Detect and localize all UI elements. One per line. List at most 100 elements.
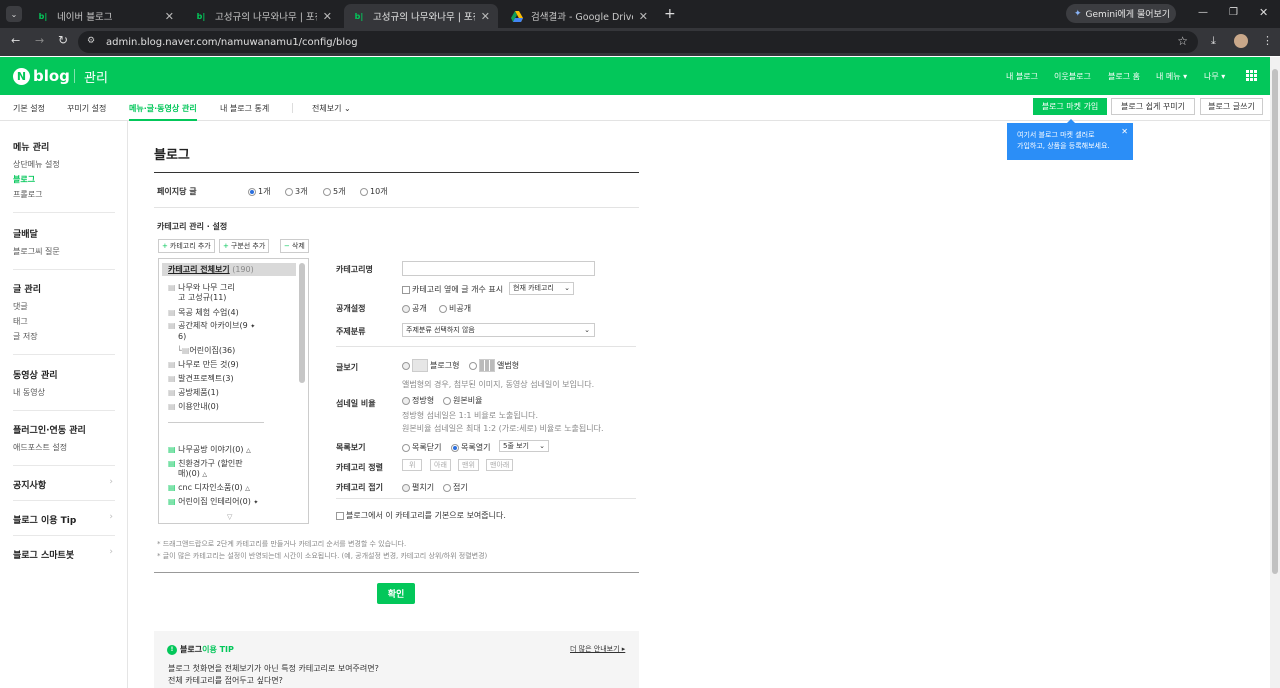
sidebar-item-comments[interactable]: 댓글 [13, 301, 127, 312]
chevron-down-icon[interactable]: ▽ [227, 513, 232, 521]
header-link-neighbor[interactable]: 이웃블로그 [1054, 71, 1091, 82]
sort-up-button[interactable]: 위 [402, 459, 423, 471]
header-link-user[interactable]: 나무 ▾ [1204, 71, 1225, 82]
sidebar-item-blogc-question[interactable]: 블로그씨 질문 [13, 246, 127, 257]
open-private-radio[interactable]: 비공개 [439, 303, 471, 314]
sidebar-item-adpost[interactable]: 애드포스트 설정 [13, 442, 127, 453]
list-rows-select[interactable]: 5줄 보기 ⌄ [499, 440, 549, 452]
apps-grid-icon[interactable] [1246, 70, 1257, 81]
tip-logo: ! 블로그 이용 TIP [167, 644, 234, 655]
header-link-my-blog[interactable]: 내 블로그 [1006, 71, 1038, 82]
delete-category-button[interactable]: − 삭제 [280, 239, 309, 253]
gemini-button[interactable]: ✦ Gemini에게 물어보기 [1066, 4, 1176, 23]
add-divider-button[interactable]: + 구분선 추가 [219, 239, 270, 253]
tip-item[interactable]: 블로그 첫화면을 전체보기가 아닌 특정 카테고리로 보여주려면? [168, 663, 379, 674]
reload-icon[interactable]: ↻ [58, 33, 68, 47]
profile-avatar[interactable] [1234, 34, 1248, 48]
category-tree[interactable]: 카테고리 전체보기 (190) ▤ 나무와 나무 그리 고 고성규(11) ▤ 목… [158, 258, 309, 524]
forward-icon[interactable]: → [35, 34, 44, 47]
browser-tab[interactable]: b| 네이버 블로그 ✕ [28, 4, 182, 28]
sidebar-item-top-menu[interactable]: 상단메뉴 설정 [13, 159, 127, 170]
per-page-option-5[interactable]: 5개 [323, 186, 345, 197]
tree-item[interactable]: ▤ 어린이집 인테리어(0) ✦ [168, 496, 258, 507]
tree-item[interactable]: ▤ 공방제품(1) [168, 387, 219, 398]
tree-scrollbar[interactable] [299, 263, 305, 383]
topic-select[interactable]: 주제분류 선택하지 않음 ⌄ [402, 323, 595, 337]
sidebar-item-tags[interactable]: 태그 [13, 316, 127, 327]
easy-decorate-button[interactable]: 블로그 쉽게 꾸미기 [1111, 98, 1195, 115]
tip-item[interactable]: 전체 카테고리를 접어두고 싶다면? [168, 675, 283, 686]
sidebar-item-smartbot[interactable]: 블로그 스마트봇 › [0, 547, 127, 561]
browser-tab-active[interactable]: b| 고성규의 나무와나무 | 포천 목 ✕ [344, 4, 498, 28]
confirm-button[interactable]: 확인 [377, 583, 415, 604]
bookmark-star-icon[interactable]: ☆ [1177, 34, 1188, 48]
address-bar[interactable]: ⚙ admin.blog.naver.com/namuwanamu1/confi… [78, 31, 1198, 53]
per-page-option-10[interactable]: 10개 [360, 186, 388, 197]
tree-item[interactable]: ▤ 이용안내(0) [168, 401, 219, 412]
fold-expand-radio[interactable]: 펼치기 [402, 482, 434, 493]
tree-item[interactable]: ▤ 목공 체험 수업(4) [168, 307, 239, 318]
view-blog-radio[interactable]: 블로그형 [402, 359, 459, 372]
show-count-checkbox[interactable]: 카테고리 옆에 글 개수 표시 [402, 284, 503, 295]
list-close-radio[interactable]: 목록닫기 [402, 442, 441, 453]
close-tab-icon[interactable]: ✕ [165, 10, 174, 23]
tab-view-all[interactable]: 전체보기 ⌄ [312, 103, 351, 114]
tree-item[interactable]: ▤ 나무로 만든 것(9) [168, 359, 239, 370]
tree-item[interactable]: ▤ 친환경가구 (할인판 매)(0) △ [168, 459, 243, 480]
sidebar-item-blog[interactable]: 블로그 [13, 174, 127, 185]
tree-item[interactable]: ▤ cnc 디자인소품(0) △ [168, 482, 250, 493]
tree-item[interactable]: ▤ 나무공방 이야기(0) △ [168, 444, 251, 455]
tree-root[interactable]: 카테고리 전체보기 (190) [162, 263, 296, 276]
browser-menu-icon[interactable]: ⋮ [1262, 34, 1273, 47]
download-icon[interactable]: ⤓ [1211, 34, 1216, 48]
back-icon[interactable]: ← [11, 34, 20, 47]
sidebar-item-blog-tip[interactable]: 블로그 이용 Tip › [0, 512, 127, 526]
naver-blog-logo[interactable]: N blog [13, 67, 70, 85]
tree-item[interactable]: ▤ 나무와 나무 그리 고 고성규(11) [168, 283, 235, 303]
category-name-input[interactable] [402, 261, 595, 276]
new-tab-icon[interactable]: + [664, 6, 676, 22]
blog-market-join-button[interactable]: 블로그 마켓 가입 [1033, 98, 1107, 115]
thumb-original-radio[interactable]: 원본비율 [443, 395, 482, 406]
thumb-square-radio[interactable]: 정방형 [402, 395, 434, 406]
restore-icon[interactable]: ❐ [1229, 7, 1238, 18]
tree-item[interactable]: ▤ 공간제작 아카이브(9 ✦ 6) [168, 321, 255, 342]
default-category-checkbox[interactable]: 블로그에서 이 카테고리를 기본으로 보여줍니다. [336, 510, 506, 521]
close-tab-icon[interactable]: ✕ [639, 10, 648, 23]
tab-menu-post-video[interactable]: 메뉴·글·동영상 관리 [129, 103, 197, 121]
close-tab-icon[interactable]: ✕ [323, 10, 332, 23]
close-tab-icon[interactable]: ✕ [481, 10, 490, 23]
minimize-icon[interactable]: — [1198, 7, 1208, 18]
view-album-radio[interactable]: 앨범형 [469, 359, 519, 372]
per-page-option-3[interactable]: 3개 [285, 186, 307, 197]
add-category-button[interactable]: + 카테고리 추가 [158, 239, 215, 253]
tab-blog-stats[interactable]: 내 블로그 통계 [220, 103, 269, 114]
list-open-radio[interactable]: 목록열기 [451, 442, 490, 453]
fold-collapse-radio[interactable]: 접기 [443, 482, 468, 493]
sort-top-button[interactable]: 맨위 [458, 459, 479, 471]
per-page-option-1[interactable]: 1개 [248, 186, 270, 197]
page-scrollbar[interactable] [1270, 57, 1280, 688]
count-select[interactable]: 현재 카테고리 ⌄ [509, 282, 574, 295]
tab-design-settings[interactable]: 꾸미기 설정 [67, 103, 106, 114]
open-public-radio[interactable]: 공개 [402, 303, 427, 314]
tip-more-link[interactable]: 더 많은 안내보기 ▸ [570, 644, 625, 654]
tab-basic-settings[interactable]: 기본 설정 [13, 103, 45, 114]
header-link-blog-home[interactable]: 블로그 홈 [1108, 71, 1140, 82]
sort-down-button[interactable]: 아래 [430, 459, 451, 471]
tree-item[interactable]: ▤ 발견프로젝트(3) [168, 373, 234, 384]
browser-tab[interactable]: b| 고성규의 나무와나무 | 포천 목 ✕ [186, 4, 340, 28]
header-section-title[interactable]: 관리 [84, 67, 108, 86]
browser-tab[interactable]: 검색결과 - Google Drive ✕ [502, 4, 656, 28]
sidebar-item-my-video[interactable]: 내 동영상 [13, 387, 127, 398]
site-info-icon[interactable]: ⚙ [87, 36, 95, 46]
header-link-my-menu[interactable]: 내 메뉴 ▾ [1156, 71, 1187, 82]
sidebar-item-notice[interactable]: 공지사항 › [0, 477, 127, 491]
tree-item[interactable]: └▤어린이집(36) [177, 345, 235, 356]
sidebar-item-prologue[interactable]: 프롤로그 [13, 189, 127, 200]
close-window-icon[interactable]: ✕ [1259, 6, 1268, 19]
tab-search-icon[interactable]: ⌄ [6, 6, 22, 22]
write-post-button[interactable]: 블로그 글쓰기 [1200, 98, 1263, 115]
sidebar-item-saved-posts[interactable]: 글 저장 [13, 331, 127, 342]
sort-bottom-button[interactable]: 맨아래 [486, 459, 514, 471]
